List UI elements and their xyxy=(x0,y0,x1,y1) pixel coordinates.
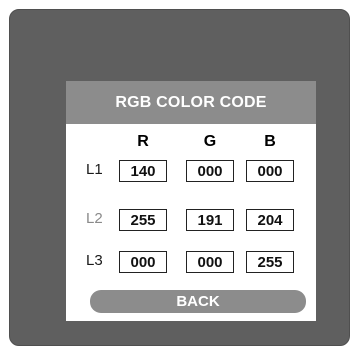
panel-title: RGB COLOR CODE xyxy=(66,81,316,124)
l3-r-value[interactable]: 000 xyxy=(119,251,167,273)
back-button[interactable]: BACK xyxy=(90,290,306,313)
row-label-l2: L2 xyxy=(86,210,103,227)
column-header-b: B xyxy=(264,133,276,150)
rgb-color-code-panel: RGB COLOR CODE R G B L1 140 000 000 L2 2… xyxy=(66,81,316,321)
l2-r-value[interactable]: 255 xyxy=(119,209,167,231)
l2-b-value[interactable]: 204 xyxy=(246,209,294,231)
device-frame: RGB COLOR CODE R G B L1 140 000 000 L2 2… xyxy=(9,9,350,346)
column-header-r: R xyxy=(137,133,149,150)
l3-b-value[interactable]: 255 xyxy=(246,251,294,273)
l2-g-value[interactable]: 191 xyxy=(186,209,234,231)
column-header-g: G xyxy=(203,133,217,150)
l1-b-value[interactable]: 000 xyxy=(246,160,294,182)
l1-g-value[interactable]: 000 xyxy=(186,160,234,182)
l1-r-value[interactable]: 140 xyxy=(119,160,167,182)
l3-g-value[interactable]: 000 xyxy=(186,251,234,273)
row-label-l3: L3 xyxy=(86,252,103,269)
row-label-l1: L1 xyxy=(86,161,103,178)
